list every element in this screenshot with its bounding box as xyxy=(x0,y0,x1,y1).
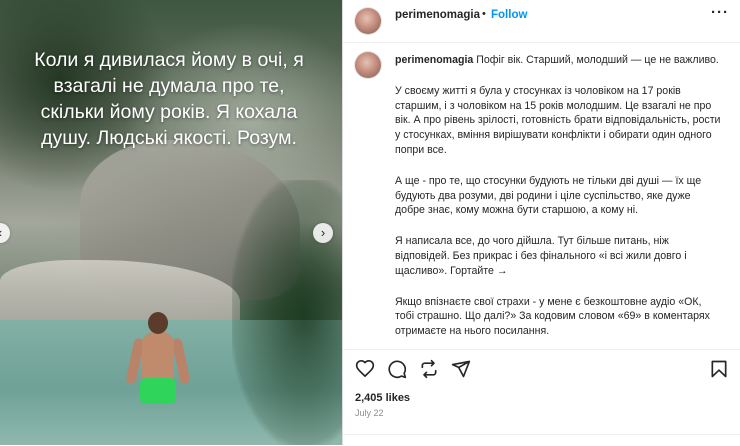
caption-paragraph: Якщо впізнаєте свої страхи - у мене є бе… xyxy=(395,295,710,338)
action-bar xyxy=(343,349,740,386)
avatar[interactable] xyxy=(355,8,381,34)
follow-button[interactable]: Follow xyxy=(491,9,527,21)
header-username[interactable]: perimenomagia xyxy=(395,9,480,21)
caption-intro: Пофіг вік. Старший, молодший — це не важ… xyxy=(476,54,719,66)
overlay-line: скільки йому років. Я кохала xyxy=(40,101,298,123)
post-header: perimenomagia • Follow ··· xyxy=(343,0,740,43)
bookmark-icon[interactable] xyxy=(709,359,729,379)
likes-count[interactable]: 2,405 likes xyxy=(355,392,410,404)
comment-icon[interactable] xyxy=(387,359,407,379)
image-overlay-text: Коли я дивилася йому в очі, я взагалі не… xyxy=(10,47,328,151)
caption-paragraph: Я написала все, до чого дійшла. Тут біль… xyxy=(395,235,687,277)
caption-paragraph: А ще - про те, що стосунки будують не ті… xyxy=(395,174,702,217)
separator-dot: • xyxy=(482,8,486,20)
heart-icon[interactable] xyxy=(355,359,375,379)
caption-avatar[interactable] xyxy=(355,52,381,78)
post-caption: perimenomagia Пофіг вік. Старший, молодш… xyxy=(343,42,740,345)
post-panel: perimenomagia • Follow ··· perimenomagia… xyxy=(342,0,740,445)
chevron-right-icon[interactable]: › xyxy=(313,223,333,243)
post-image[interactable]: Коли я дивилася йому в очі, я взагалі не… xyxy=(0,0,342,445)
chevron-left-icon[interactable]: ‹ xyxy=(0,223,10,243)
caption-text: perimenomagia Пофіг вік. Старший, молодш… xyxy=(395,53,723,345)
photo-person xyxy=(125,312,191,422)
overlay-line: взагалі не думала про те, xyxy=(53,75,285,97)
post-date: July 22 xyxy=(355,408,384,418)
send-icon[interactable] xyxy=(451,359,471,379)
overlay-line: Коли я дивилася йому в очі, я xyxy=(34,49,304,71)
caption-username[interactable]: perimenomagia xyxy=(395,54,473,66)
overlay-line: душу. Людські якості. Розум. xyxy=(41,127,297,149)
caption-paragraph: У своєму житті я була у стосунках із чол… xyxy=(395,84,721,156)
repost-icon[interactable] xyxy=(419,359,439,379)
more-horizontal-icon[interactable]: ··· xyxy=(711,4,729,21)
photo-foliage xyxy=(232,180,342,445)
comment-bar xyxy=(343,434,740,446)
